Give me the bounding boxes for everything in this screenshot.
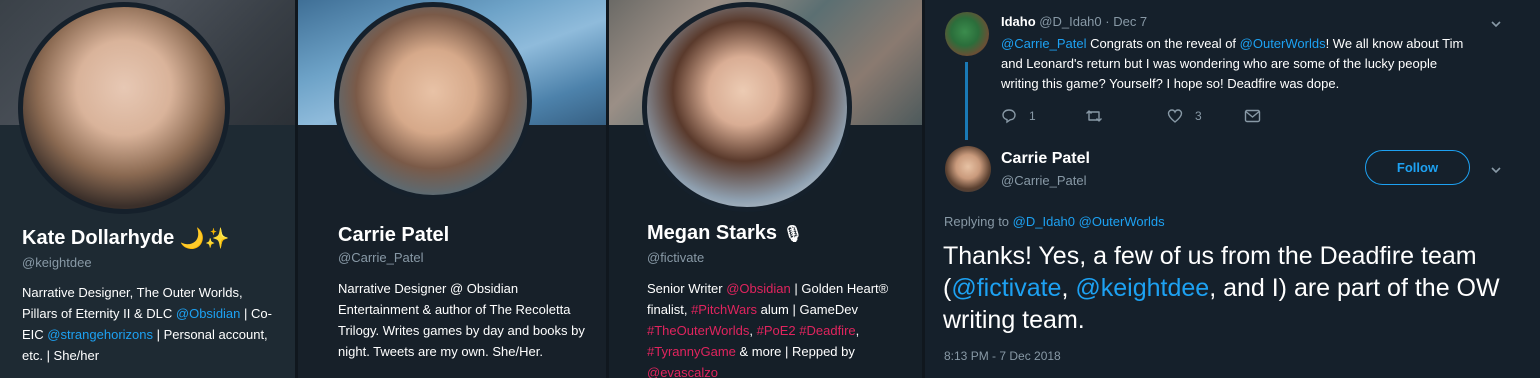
microphone-emoji: 🎙 <box>782 225 803 243</box>
text-segment: Senior Writer <box>647 281 727 296</box>
retweet-icon <box>1085 108 1103 124</box>
replying-to-line: Replying to @D_Idah0 @OuterWorlds <box>944 214 1165 229</box>
avatar[interactable] <box>642 2 852 212</box>
text-segment: Congrats on the reveal of <box>1086 36 1240 51</box>
reply-tweet-header: Idaho @D_Idah0 · Dec 7 <box>1001 14 1147 29</box>
avatar[interactable] <box>334 2 532 200</box>
retweet-action[interactable] <box>1085 106 1115 126</box>
follow-button[interactable]: Follow <box>1365 150 1470 185</box>
hashtag-link[interactable]: #TheOuterWorlds <box>647 323 749 338</box>
mention-link[interactable]: @OuterWorlds <box>1240 36 1326 51</box>
reply-count: 1 <box>1029 109 1036 123</box>
profile-card-carrie[interactable]: Carrie Patel @Carrie_Patel Narrative Des… <box>298 0 608 378</box>
heart-icon <box>1167 108 1183 124</box>
direct-message-action[interactable] <box>1244 106 1261 126</box>
mention-link[interactable]: @Obsidian <box>176 306 241 321</box>
avatar[interactable] <box>945 146 991 192</box>
reply-tweet-text: @Carrie_Patel Congrats on the reveal of … <box>1001 34 1471 94</box>
profile-bio: Senior Writer @Obsidian | Golden Heart® … <box>647 278 912 378</box>
text-segment: , <box>855 323 860 338</box>
replying-to-link[interactable]: @D_Idah0 <box>1013 214 1075 229</box>
profile-name[interactable]: Kate Dollarhyde 🌙✨ <box>22 226 230 251</box>
profile-handle[interactable]: @keightdee <box>22 255 92 270</box>
hashtag-link[interactable]: #PitchWars <box>691 302 757 317</box>
moon-sparkles-emoji: 🌙✨ <box>179 228 230 250</box>
avatar[interactable] <box>945 12 989 56</box>
mention-link[interactable]: @Carrie_Patel <box>1001 36 1086 51</box>
tweet-detail-panel: Idaho @D_Idah0 · Dec 7 @Carrie_Patel Con… <box>925 0 1540 378</box>
replying-to-link[interactable]: @OuterWorlds <box>1079 214 1165 229</box>
avatar[interactable] <box>18 2 230 214</box>
chevron-down-icon[interactable] <box>1490 164 1502 176</box>
profile-bio: Narrative Designer @ Obsidian Entertainm… <box>338 278 588 362</box>
like-count: 3 <box>1195 109 1202 123</box>
text-segment: Narrative Designer @ Obsidian Entertainm… <box>338 281 585 359</box>
profile-bio: Narrative Designer, The Outer Worlds, Pi… <box>22 282 272 366</box>
reply-icon <box>1001 108 1017 124</box>
profile-handle[interactable]: @Carrie_Patel <box>338 250 423 265</box>
hashtag-link[interactable]: @Obsidian <box>726 281 791 296</box>
mention-link[interactable]: @strangehorizons <box>47 327 153 342</box>
tweet-author-name[interactable]: Carrie Patel <box>1001 150 1090 168</box>
mention-link[interactable]: @fictivate <box>951 274 1061 302</box>
profile-name[interactable]: Carrie Patel <box>338 224 449 247</box>
reply-author-name[interactable]: Idaho <box>1001 14 1036 29</box>
text-segment: , <box>1061 274 1076 302</box>
hashtag-link[interactable]: #PoE2 <box>757 323 796 338</box>
replying-to-label: Replying to <box>944 214 1013 229</box>
tweet-author-handle[interactable]: @Carrie_Patel <box>1001 173 1086 188</box>
hashtag-link[interactable]: #TyrannyGame <box>647 344 736 359</box>
tweet-text: Thanks! Yes, a few of us from the Deadfi… <box>943 240 1513 336</box>
thread-connector-line <box>965 62 968 140</box>
profile-handle[interactable]: @fictivate <box>647 250 704 265</box>
reply-action[interactable]: 1 <box>1001 106 1036 126</box>
profile-name[interactable]: Megan Starks 🎙 <box>647 222 803 245</box>
text-segment: , <box>749 323 757 338</box>
chevron-down-icon[interactable] <box>1490 18 1502 30</box>
tweet-timestamp[interactable]: 8:13 PM - 7 Dec 2018 <box>944 349 1061 363</box>
profile-card-kate[interactable]: Kate Dollarhyde 🌙✨ @keightdee Narrative … <box>0 0 295 378</box>
hashtag-link[interactable]: @evascalzo <box>647 365 718 378</box>
hashtag-link[interactable]: #Deadfire <box>799 323 855 338</box>
reply-author-meta[interactable]: @D_Idah0 · Dec 7 <box>1039 14 1147 29</box>
envelope-icon <box>1244 109 1261 123</box>
text-segment: & more | Repped by <box>735 344 855 359</box>
profile-card-megan[interactable]: Megan Starks 🎙 @fictivate Senior Writer … <box>609 0 922 378</box>
mention-link[interactable]: @keightdee <box>1075 274 1209 302</box>
like-action[interactable]: 3 <box>1167 106 1202 126</box>
text-segment: alum | GameDev <box>757 302 858 317</box>
